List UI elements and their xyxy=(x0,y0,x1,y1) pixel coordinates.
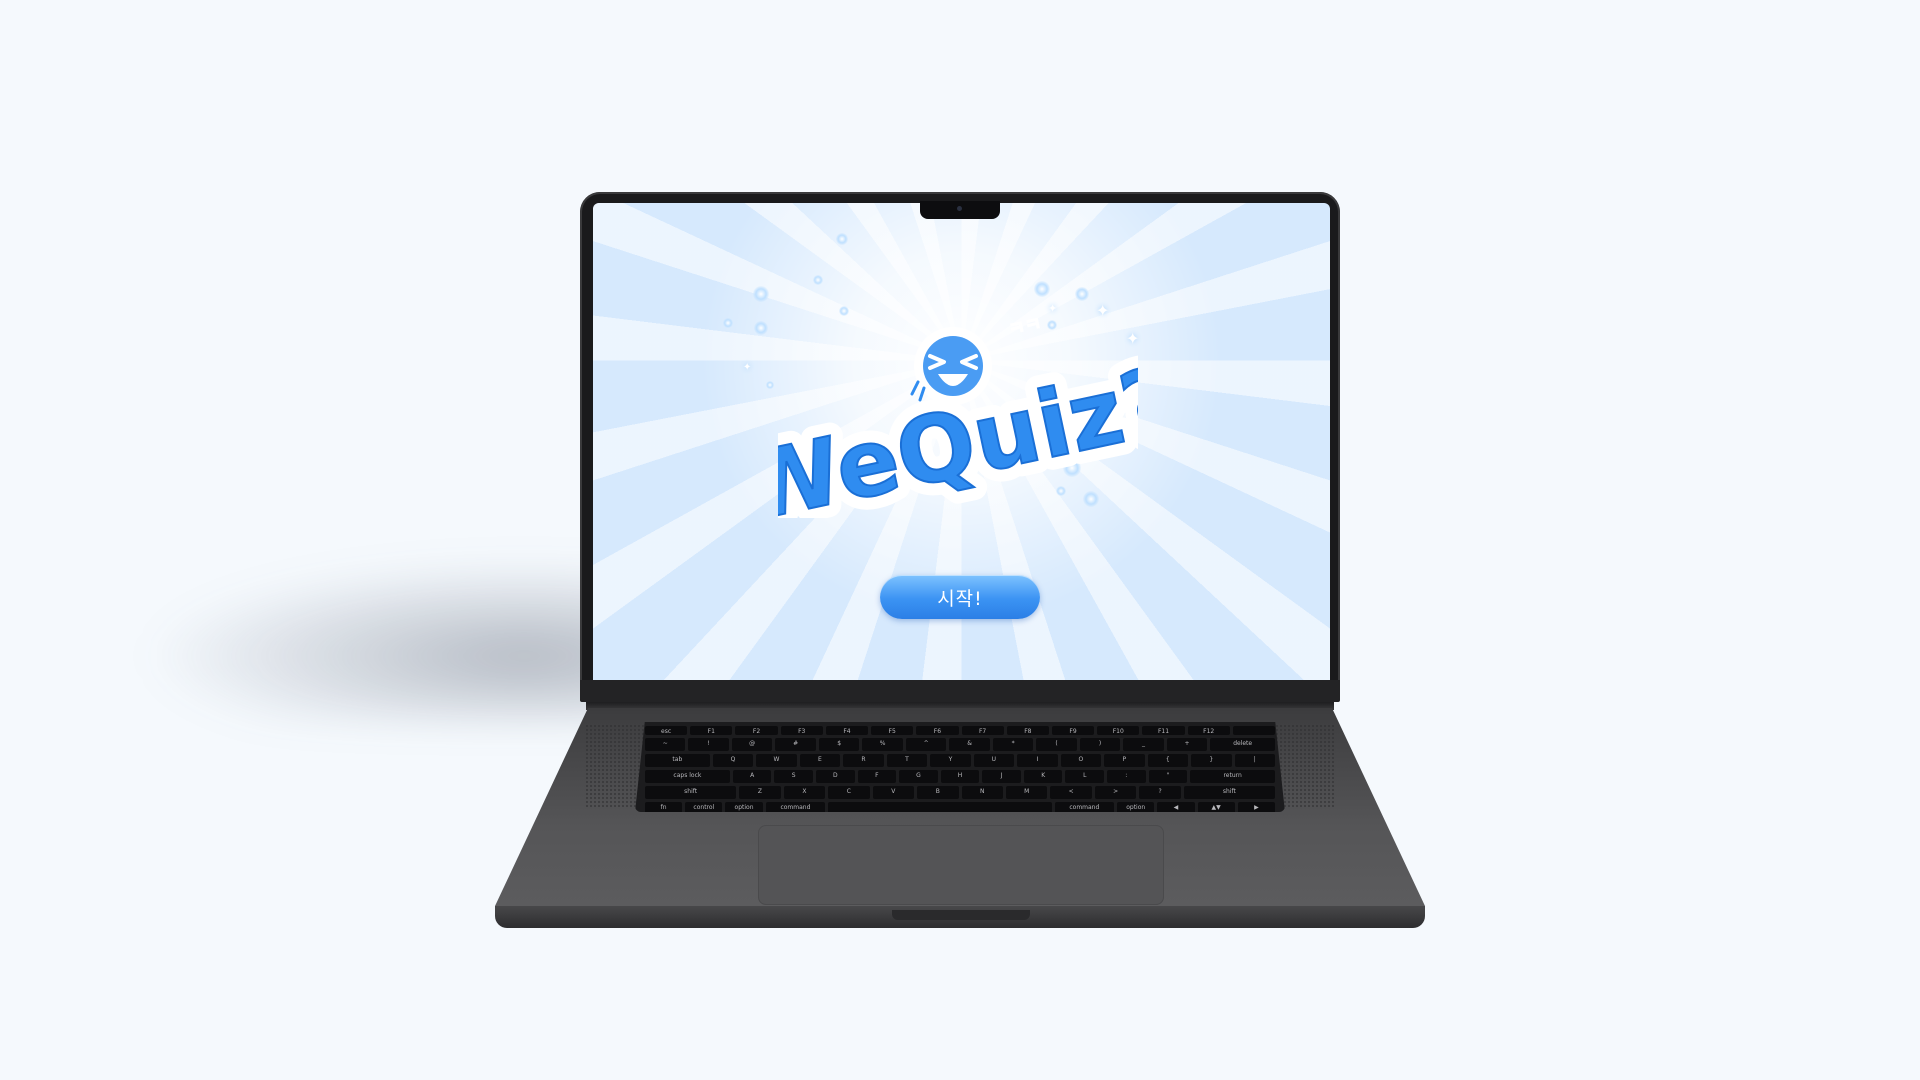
laughing-face-icon xyxy=(910,327,992,405)
key[interactable]: F7 xyxy=(961,726,1004,735)
key[interactable]: N xyxy=(961,786,1003,799)
key[interactable]: F4 xyxy=(825,726,869,735)
key[interactable]: # xyxy=(775,738,816,751)
key[interactable]: { xyxy=(1147,754,1189,767)
delete-key[interactable]: delete xyxy=(1210,738,1276,751)
key[interactable]: ) xyxy=(1079,738,1121,751)
key[interactable]: F10 xyxy=(1097,726,1140,735)
key[interactable]: O xyxy=(1060,754,1102,767)
key[interactable]: V xyxy=(872,786,915,799)
sparkle-icon xyxy=(766,381,774,389)
key[interactable]: | xyxy=(1234,754,1276,767)
shift-key-right[interactable]: shift xyxy=(1183,786,1275,799)
key[interactable]: F2 xyxy=(735,726,778,735)
key[interactable]: > xyxy=(1094,786,1137,799)
key[interactable]: F xyxy=(857,770,897,783)
key[interactable]: F9 xyxy=(1051,726,1095,735)
camera-notch xyxy=(920,201,1000,219)
key[interactable]: " xyxy=(1148,770,1188,783)
key[interactable]: G xyxy=(899,770,938,783)
key[interactable]: R xyxy=(843,754,884,767)
sparkle-icon xyxy=(753,286,769,302)
key[interactable]: Z xyxy=(739,786,781,799)
laptop-screen: ✦ ✦ ✦ ✦ ✦ WeQuiz? WeQuiz? ㅋㅋ 시작! xyxy=(593,203,1330,681)
shift-key-left[interactable]: shift xyxy=(645,786,737,799)
key[interactable]: J xyxy=(982,770,1021,783)
sparkle-icon xyxy=(836,233,848,245)
mockup-stage: ✦ ✦ ✦ ✦ ✦ WeQuiz? WeQuiz? ㅋㅋ 시작! esc F1 … xyxy=(0,0,1920,1080)
key[interactable]: S xyxy=(774,770,813,783)
keyboard-home-row: caps lock A S D F G H J K L : " return xyxy=(644,770,1276,783)
key[interactable]: F6 xyxy=(916,726,959,735)
sparkle-icon xyxy=(723,318,733,328)
keyboard-top-row: tab Q W E R T Y U I O P { } | xyxy=(644,754,1276,767)
key[interactable]: + xyxy=(1166,738,1208,751)
speaker-grille-right xyxy=(1275,724,1335,808)
keyboard-number-row: ~ ! @ # $ % ^ & * ( ) _ + delete xyxy=(644,738,1276,751)
key[interactable]: M xyxy=(1005,786,1048,799)
key[interactable]: T xyxy=(886,754,928,767)
keyboard: esc F1 F2 F3 F4 F5 F6 F7 F8 F9 F10 F11 F… xyxy=(635,722,1285,812)
key[interactable]: ^ xyxy=(905,738,947,751)
sparkle-icon xyxy=(1034,281,1050,297)
key[interactable]: A xyxy=(732,770,772,783)
key[interactable]: < xyxy=(1050,786,1092,799)
caps-lock-key[interactable]: caps lock xyxy=(644,770,730,783)
key[interactable]: * xyxy=(992,738,1034,751)
key[interactable]: F12 xyxy=(1187,726,1230,735)
lid-opening-notch xyxy=(892,910,1030,920)
speaker-grille-left xyxy=(585,724,645,808)
trackpad[interactable] xyxy=(758,825,1164,905)
key[interactable]: : xyxy=(1107,770,1146,783)
key[interactable]: Y xyxy=(930,754,971,767)
wequiz-logo: WeQuiz? WeQuiz? ㅋㅋ xyxy=(778,313,1138,518)
key[interactable]: @ xyxy=(731,738,773,751)
key[interactable]: B xyxy=(917,786,959,799)
key[interactable]: K xyxy=(1023,770,1063,783)
key[interactable]: _ xyxy=(1123,738,1164,751)
keyboard-bottom-row: shift Z X C V B N M < > ? shift xyxy=(645,786,1275,799)
key[interactable]: F5 xyxy=(871,726,914,735)
key[interactable]: Q xyxy=(712,754,754,767)
key[interactable]: ( xyxy=(1036,738,1077,751)
laptop-chin xyxy=(580,680,1340,702)
star-icon: ✦ xyxy=(743,362,752,373)
key[interactable]: C xyxy=(828,786,870,799)
key[interactable]: L xyxy=(1065,770,1105,783)
sparkle-icon xyxy=(754,321,768,335)
notch-camera-icon xyxy=(957,206,962,211)
power-key[interactable] xyxy=(1232,726,1276,735)
key[interactable]: F11 xyxy=(1142,726,1185,735)
key[interactable]: esc xyxy=(644,726,688,735)
keyboard-fn-row: esc F1 F2 F3 F4 F5 F6 F7 F8 F9 F10 F11 F… xyxy=(644,726,1276,735)
key[interactable]: E xyxy=(799,754,841,767)
key[interactable]: U xyxy=(973,754,1015,767)
key[interactable]: ! xyxy=(688,738,729,751)
key[interactable]: W xyxy=(756,754,797,767)
key[interactable]: F8 xyxy=(1006,726,1049,735)
key[interactable]: % xyxy=(862,738,903,751)
laugh-text: ㅋㅋ xyxy=(1007,313,1044,340)
sparkle-icon xyxy=(813,275,823,285)
return-key[interactable]: return xyxy=(1190,770,1276,783)
start-button[interactable]: 시작! xyxy=(880,575,1040,619)
key[interactable]: $ xyxy=(818,738,860,751)
key[interactable]: D xyxy=(815,770,855,783)
key[interactable]: & xyxy=(949,738,990,751)
key[interactable]: F3 xyxy=(780,726,823,735)
key[interactable]: ? xyxy=(1139,786,1181,799)
key[interactable]: X xyxy=(783,786,826,799)
key[interactable]: ~ xyxy=(644,738,686,751)
key[interactable]: } xyxy=(1191,754,1232,767)
laptop-shadow xyxy=(140,560,620,720)
key[interactable]: I xyxy=(1017,754,1058,767)
key[interactable]: P xyxy=(1104,754,1145,767)
key[interactable]: F1 xyxy=(690,726,733,735)
key[interactable]: H xyxy=(940,770,980,783)
tab-key[interactable]: tab xyxy=(644,754,710,767)
